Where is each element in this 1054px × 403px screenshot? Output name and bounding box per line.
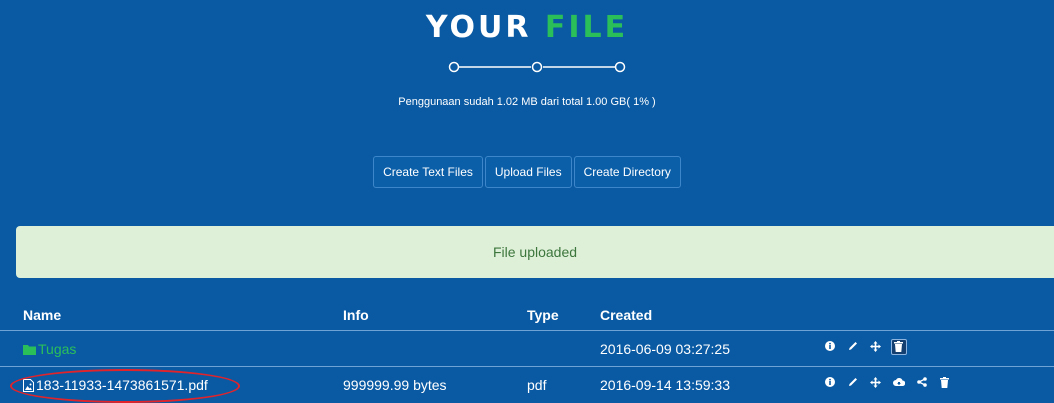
move-icon[interactable] — [868, 375, 884, 391]
page-title: YOUR FILE — [0, 10, 1054, 45]
row-created: 2016-06-09 03:27:25 — [600, 341, 730, 357]
file-link[interactable]: 183-11933-1473861571.pdf — [23, 377, 208, 393]
folder-link[interactable]: Tugas — [23, 341, 76, 357]
folder-icon — [23, 345, 36, 355]
table-header: Name Info Type Created — [0, 304, 1054, 330]
cloud-download-icon[interactable] — [891, 375, 907, 391]
title-main: YOUR — [425, 10, 532, 45]
toolbar: Create Text Files Upload Files Create Di… — [0, 156, 1054, 188]
table-row: Tugas 2016-06-09 03:27:25 — [0, 332, 1054, 366]
trash-icon[interactable] — [890, 339, 907, 355]
pencil-icon[interactable] — [845, 339, 861, 355]
header-divider — [0, 330, 1054, 331]
row-actions — [822, 375, 955, 391]
create-text-files-button[interactable]: Create Text Files — [373, 156, 483, 188]
title-accent: FILE — [544, 10, 629, 45]
file-manager-panel: YOUR FILE Penggunaan sudah 1.02 MB dari … — [0, 0, 1054, 403]
storage-usage-text: Penggunaan sudah 1.02 MB dari total 1.00… — [398, 96, 656, 108]
upload-files-button[interactable]: Upload Files — [484, 156, 572, 188]
row-info: 999999.99 bytes — [343, 377, 447, 393]
trash-icon[interactable] — [936, 375, 952, 391]
create-directory-button[interactable]: Create Directory — [573, 156, 681, 188]
info-icon[interactable] — [822, 375, 838, 391]
column-header-name[interactable]: Name — [23, 307, 61, 323]
row-actions — [822, 339, 910, 355]
pencil-icon[interactable] — [845, 375, 861, 391]
table-row: 183-11933-1473861571.pdf 999999.99 bytes… — [0, 368, 1054, 402]
share-icon[interactable] — [914, 375, 930, 391]
move-icon[interactable] — [868, 339, 884, 355]
column-header-created[interactable]: Created — [600, 307, 652, 323]
row-name: 183-11933-1473861571.pdf — [36, 377, 208, 393]
row-type: pdf — [527, 377, 547, 393]
row-created: 2016-09-14 13:59:33 — [600, 377, 730, 393]
info-icon[interactable] — [822, 339, 838, 355]
row-name: Tugas — [38, 341, 77, 357]
file-image-icon — [23, 379, 34, 392]
column-header-info[interactable]: Info — [343, 307, 369, 323]
column-header-type[interactable]: Type — [527, 307, 559, 323]
progress-stepper — [448, 61, 626, 73]
row-divider — [0, 366, 1054, 367]
success-alert: File uploaded — [16, 226, 1054, 278]
